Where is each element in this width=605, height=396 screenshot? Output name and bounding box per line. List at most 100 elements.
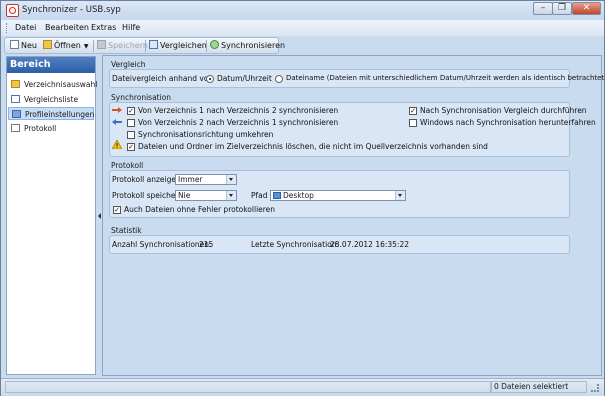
checkbox-delete-orphans[interactable]: ✓ [127, 143, 135, 151]
sync-label: Synchronisieren [221, 41, 286, 50]
sidebar-item-profileinstellungen[interactable]: Profileinstellungen [8, 107, 94, 120]
warning-icon [112, 140, 122, 149]
sidebar-item-protokoll[interactable]: Protokoll [8, 122, 94, 135]
window-title: Synchronizer - USB.syp [22, 5, 121, 15]
save-log-select[interactable]: Nie [175, 190, 237, 201]
app-logo-icon [6, 4, 19, 17]
checkbox-shutdown-after-sync[interactable] [409, 119, 417, 127]
radio-dateiname[interactable] [275, 75, 283, 83]
arrow-right-icon [112, 107, 122, 113]
sidebar-item-verzeichnisauswahl[interactable]: Verzeichnisauswahl [8, 78, 98, 91]
statistik-group: Anzahl Synchronisationen: 215 Letzte Syn… [109, 235, 570, 254]
menu-hilfe[interactable]: Hilfe [122, 23, 140, 32]
sidebar-item-label: Verzeichnisauswahl [24, 80, 98, 89]
synchronisation-group: ✓ Von Verzeichnis 1 nach Verzeichnis 2 s… [109, 102, 596, 157]
last-sync-label: Letzte Synchronisation: [251, 240, 340, 249]
path-value: Desktop [283, 191, 314, 200]
save-button[interactable]: Speichern [97, 40, 148, 52]
delete-orphans-label: Dateien und Ordner im Zielverzeichnis lö… [138, 142, 488, 151]
new-button[interactable]: Neu [10, 40, 37, 52]
document-icon [11, 124, 20, 132]
minimize-button[interactable]: – [533, 2, 553, 15]
checkbox-log-without-errors[interactable]: ✓ [113, 206, 121, 214]
reverse-direction-label: Synchronisationsrichtung umkehren [138, 130, 274, 139]
open-label: Öffnen [54, 41, 81, 50]
compare-after-sync-label: Nach Synchronisation Vergleich durchführ… [420, 106, 587, 115]
checkbox-dir1-to-dir2[interactable]: ✓ [127, 107, 135, 115]
vergleich-group: Dateivergleich anhand von Datum/Uhrzeit … [109, 69, 605, 88]
radio-datum-uhrzeit[interactable] [206, 75, 214, 83]
section-title-synchronisation: Synchronisation [111, 93, 172, 102]
menu-grip-icon [6, 23, 10, 33]
save-label: Speichern [108, 41, 148, 50]
compare-button[interactable]: Vergleichen [149, 40, 207, 52]
path-label: Pfad [251, 191, 268, 200]
restore-button[interactable]: ❐ [552, 2, 572, 15]
sync-count-value: 215 [199, 240, 214, 249]
checkbox-compare-after-sync[interactable]: ✓ [409, 107, 417, 115]
dir2-to-dir1-label: Von Verzeichnis 2 nach Verzeichnis 1 syn… [138, 118, 339, 127]
show-log-select[interactable]: Immer [175, 174, 237, 185]
close-button[interactable]: ✕ [572, 2, 601, 15]
sidebar: Bereich Verzeichnisauswahl Vergleichslis… [6, 56, 98, 375]
show-log-value: Immer [178, 175, 203, 184]
checkbox-reverse-direction[interactable] [127, 131, 135, 139]
checkbox-dir2-to-dir1[interactable] [127, 119, 135, 127]
resize-grip-icon[interactable] [591, 384, 599, 392]
chevron-down-icon [395, 191, 405, 200]
section-title-protokoll: Protokoll [111, 161, 144, 170]
sidebar-header: Bereich [7, 57, 95, 73]
sidebar-item-label: Protokoll [24, 124, 57, 133]
arrow-left-icon [112, 119, 122, 125]
sidebar-item-vergleichsliste[interactable]: Vergleichsliste [8, 93, 94, 106]
radio-datum-uhrzeit-label[interactable]: Datum/Uhrzeit [217, 74, 272, 83]
compare-icon [149, 40, 158, 49]
compare-method-label: Dateivergleich anhand von [112, 74, 214, 83]
menu-datei[interactable]: Datei [15, 23, 36, 32]
sync-icon [210, 40, 219, 49]
dir1-to-dir2-label: Von Verzeichnis 1 nach Verzeichnis 2 syn… [138, 106, 339, 115]
toolbar-separator [93, 40, 94, 52]
section-title-vergleich: Vergleich [111, 60, 146, 69]
status-segment [5, 381, 491, 393]
compare-label: Vergleichen [160, 41, 207, 50]
chevron-down-icon: ▼ [83, 43, 89, 50]
save-log-value: Nie [178, 191, 191, 200]
menu-extras[interactable]: Extras [91, 23, 116, 32]
folders-icon [11, 80, 20, 88]
new-label: Neu [21, 41, 37, 50]
app-window: Synchronizer - USB.syp – ❐ ✕ Datei Bearb… [0, 0, 605, 396]
section-title-statistik: Statistik [111, 226, 142, 235]
collapse-arrow-icon[interactable] [98, 213, 101, 219]
save-log-label: Protokoll speichern [112, 191, 184, 200]
protokoll-group: Protokoll anzeigen Immer Protokoll speic… [109, 170, 570, 218]
profile-icon [12, 110, 21, 118]
floppy-disk-icon [97, 40, 106, 49]
menu-bearbeiten[interactable]: Bearbeiten [45, 23, 89, 32]
status-bar: 0 Dateien selektiert [1, 378, 604, 396]
title-bar: Synchronizer - USB.syp – ❐ ✕ [1, 1, 604, 20]
desktop-icon [273, 192, 281, 199]
toolbar-separator [145, 40, 146, 52]
chevron-down-icon [226, 175, 236, 184]
menu-bar: Datei Bearbeiten Extras Hilfe [1, 20, 604, 36]
status-text: 0 Dateien selektiert [494, 382, 569, 391]
path-select[interactable]: Desktop [270, 190, 406, 201]
shutdown-after-sync-label: Windows nach Synchronisation herunterfah… [420, 118, 596, 127]
profile-settings-panel: Vergleich Dateivergleich anhand von Datu… [102, 55, 605, 376]
folder-open-icon [43, 40, 52, 49]
open-button[interactable]: Öffnen ▼ [43, 40, 89, 52]
sidebar-item-label: Vergleichsliste [24, 95, 79, 104]
list-icon [11, 95, 20, 103]
new-file-icon [10, 40, 19, 49]
radio-dateiname-label[interactable]: Dateiname (Dateien mit unterschiedlichem… [286, 74, 605, 82]
log-without-errors-label: Auch Dateien ohne Fehler protokollieren [124, 205, 276, 214]
chevron-down-icon [226, 191, 236, 200]
sync-button[interactable]: Synchronisieren [210, 40, 285, 52]
toolbar-separator [206, 40, 207, 52]
sync-count-label: Anzahl Synchronisationen: [112, 240, 212, 249]
sidebar-item-label: Profileinstellungen [25, 110, 95, 119]
last-sync-value: 28.07.2012 16:35:22 [330, 240, 410, 249]
show-log-label: Protokoll anzeigen [112, 175, 181, 184]
toolbar: Neu Öffnen ▼ Speichern Vergleichen Synchr… [4, 37, 285, 54]
